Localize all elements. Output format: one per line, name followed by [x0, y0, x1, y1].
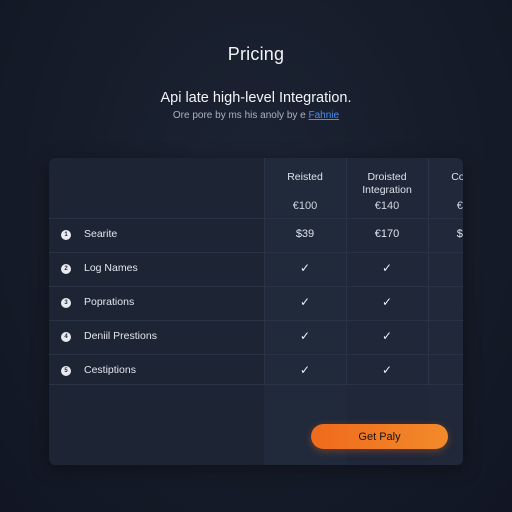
- table-row: 1 Searite $39 €170 $190: [49, 218, 463, 252]
- check-icon: ✓: [299, 329, 311, 343]
- plan-name: Reisted: [287, 171, 323, 183]
- get-plan-button[interactable]: Get Paly: [311, 424, 448, 449]
- plan-name: Coltrvel: [451, 171, 463, 183]
- subline: Ore pore by ms his anoly by e Fahnie: [0, 110, 512, 121]
- table-row: 3 Poprations ✓ ✓ ✓: [49, 286, 463, 320]
- check-icon: ✓: [381, 329, 393, 343]
- circle-number-icon: 3: [61, 298, 71, 308]
- check-icon: ✓: [428, 329, 463, 343]
- check-icon: ✓: [299, 295, 311, 309]
- check-icon: ✓: [381, 295, 393, 309]
- circle-number-icon: 5: [61, 366, 71, 376]
- feature-value: €170: [374, 228, 400, 240]
- pricing-table: Reisted Droisted Integration Coltrvel €1…: [49, 158, 463, 465]
- plan-price: €100: [292, 200, 318, 212]
- check-icon: ✓: [381, 363, 393, 377]
- feature-label: Poprations: [84, 296, 135, 308]
- feature-label: Log Names: [84, 262, 138, 274]
- table-row: 5 Cestiptions ✓ ✓ ✓: [49, 354, 463, 388]
- subline-text: Ore pore by ms his anoly by e: [172, 110, 306, 121]
- check-icon: ✓: [428, 363, 463, 377]
- page-title: Pricing: [227, 44, 285, 64]
- plan-price: €180: [456, 200, 463, 212]
- table-row: 2 Log Names ✓ ✓ ✓: [49, 252, 463, 286]
- headline: Api late high-level Integration.: [160, 90, 352, 106]
- subline-link[interactable]: Fahnie: [309, 110, 340, 121]
- feature-value: $190: [456, 228, 463, 240]
- plan-price: €140: [374, 200, 400, 212]
- feature-label: Deniil Prestions: [84, 330, 157, 342]
- circle-number-icon: 4: [61, 332, 71, 342]
- table-row: 4 Deniil Prestions ✓ ✓ ✓: [49, 320, 463, 354]
- feature-label: Cestiptions: [84, 364, 136, 376]
- pricing-page: Pricing Api late high-level Integration.…: [0, 0, 512, 512]
- circle-number-icon: 2: [61, 264, 71, 274]
- check-icon: ✓: [299, 261, 311, 275]
- circle-number-icon: 1: [61, 230, 71, 240]
- plan-name: Droisted Integration: [362, 171, 412, 196]
- feature-label: Searite: [84, 228, 118, 240]
- check-icon: ✓: [299, 363, 311, 377]
- check-icon: ✓: [428, 295, 463, 309]
- feature-value: $39: [295, 228, 315, 240]
- row-divider: [49, 384, 463, 385]
- check-icon: ✓: [428, 261, 463, 275]
- check-icon: ✓: [381, 261, 393, 275]
